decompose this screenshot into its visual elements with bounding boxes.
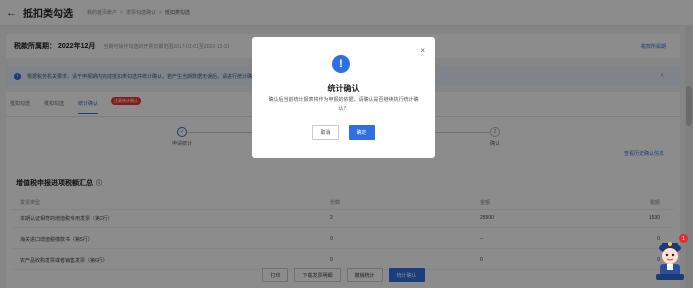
confirm-dialog: × ! 统计确认 确认后当前统计报表将作为申报的依据，请确认是否继续执行统计确认… [252,37,435,158]
notification-badge: 1 [679,234,688,243]
close-icon[interactable]: × [420,46,425,55]
ok-button[interactable]: 确定 [348,125,375,140]
dialog-title: 统计确认 [327,84,360,93]
exclamation-icon: ! [332,55,350,73]
assistant-mascot[interactable]: 1 [652,234,688,282]
dialog-message: 确认后当前统计报表将作为申报的依据，请确认是否继续执行统计确认？ [268,97,419,112]
dialog-actions: 取消 确定 [252,125,435,140]
cancel-button[interactable]: 取消 [312,125,339,140]
